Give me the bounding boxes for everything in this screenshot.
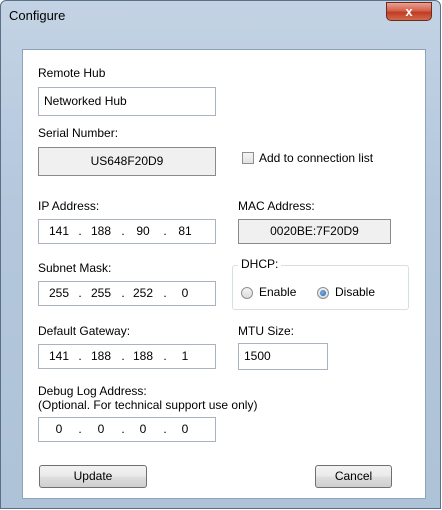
debug-dot-2: .	[121, 422, 125, 436]
ip-octet-3: 90	[136, 224, 150, 238]
default-gateway-input[interactable]: 141 . 188 . 188 . 1	[38, 344, 216, 369]
subnet-dot-3: .	[163, 286, 167, 300]
gateway-octet-4: 1	[181, 349, 189, 363]
ip-dot-2: .	[121, 224, 125, 238]
subnet-dot-1: .	[78, 286, 82, 300]
debug-octet-1: 0	[55, 422, 63, 436]
subnet-octet-1: 255	[48, 286, 70, 300]
ip-octet-2: 188	[90, 224, 112, 238]
gateway-octet-3: 188	[132, 349, 154, 363]
add-to-connection-list-checkbox[interactable]	[242, 152, 254, 164]
mtu-size-input[interactable]: 1500	[238, 343, 328, 370]
remote-hub-input[interactable]: Networked Hub	[38, 87, 216, 116]
subnet-octet-4: 0	[181, 286, 189, 300]
add-to-connection-list-label: Add to connection list	[259, 151, 374, 165]
dhcp-label: DHCP:	[238, 257, 282, 271]
subnet-mask-label: Subnet Mask:	[38, 261, 112, 275]
gateway-dot-1: .	[78, 349, 82, 363]
debug-log-sublabel: (Optional. For technical support use onl…	[38, 398, 258, 412]
mac-address-field: 0020BE:7F20D9	[238, 219, 391, 244]
dhcp-disable-label: Disable	[335, 285, 376, 299]
debug-dot-3: .	[163, 422, 167, 436]
debug-octet-3: 0	[139, 422, 147, 436]
ip-octet-1: 141	[48, 224, 70, 238]
ip-address-input[interactable]: 141 . 188 . 90 . 81	[38, 219, 216, 244]
debug-log-input[interactable]: 0 . 0 . 0 . 0	[38, 417, 216, 442]
dhcp-enable-radio[interactable]	[241, 287, 253, 299]
configure-dialog: Configure x Remote Hub Networked Hub Ser…	[0, 0, 441, 509]
debug-dot-1: .	[78, 422, 82, 436]
close-button[interactable]: x	[386, 2, 432, 21]
subnet-mask-input[interactable]: 255 . 255 . 252 . 0	[38, 281, 216, 306]
ip-dot-3: .	[163, 224, 167, 238]
debug-octet-4: 0	[181, 422, 189, 436]
mtu-size-label: MTU Size:	[238, 324, 295, 338]
subnet-dot-2: .	[121, 286, 125, 300]
gateway-dot-3: .	[163, 349, 167, 363]
window-title: Configure	[9, 8, 66, 23]
dialog-body: Remote Hub Networked Hub Serial Number: …	[22, 49, 426, 499]
subnet-octet-2: 255	[90, 286, 112, 300]
gateway-octet-1: 141	[48, 349, 70, 363]
serial-number-field: US648F20D9	[38, 147, 216, 176]
ip-dot-1: .	[78, 224, 82, 238]
serial-number-label: Serial Number:	[38, 126, 119, 140]
ip-octet-4: 81	[178, 224, 192, 238]
subnet-octet-3: 252	[132, 286, 154, 300]
debug-octet-2: 0	[97, 422, 105, 436]
mac-address-label: MAC Address:	[238, 199, 315, 213]
cancel-button[interactable]: Cancel	[315, 465, 392, 488]
default-gateway-label: Default Gateway:	[38, 324, 131, 338]
update-button[interactable]: Update	[39, 465, 147, 488]
remote-hub-label: Remote Hub	[38, 66, 106, 80]
dhcp-enable-label: Enable	[259, 285, 297, 299]
debug-log-label: Debug Log Address:	[38, 384, 147, 398]
dhcp-disable-radio[interactable]	[317, 287, 329, 299]
gateway-octet-2: 188	[90, 349, 112, 363]
title-bar[interactable]: Configure x	[1, 1, 440, 31]
ip-address-label: IP Address:	[38, 199, 100, 213]
gateway-dot-2: .	[121, 349, 125, 363]
